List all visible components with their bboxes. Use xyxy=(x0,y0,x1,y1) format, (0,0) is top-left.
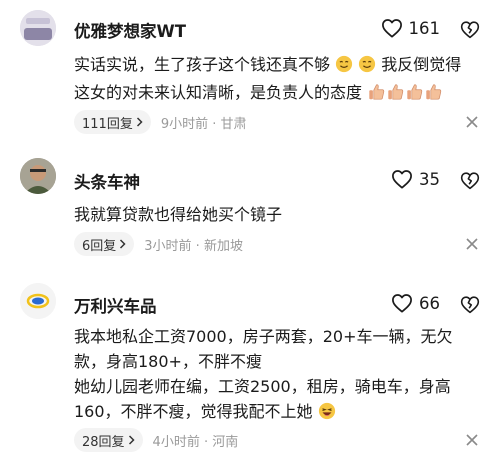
broken-heart-icon xyxy=(460,296,480,314)
chevron-right-icon xyxy=(120,239,126,249)
dislike-button[interactable] xyxy=(460,20,480,43)
username[interactable]: 优雅梦想家WT xyxy=(74,18,186,42)
smiling-emoji xyxy=(335,55,353,80)
laughing-emoji xyxy=(318,402,336,427)
like-button[interactable]: 35 xyxy=(391,169,440,189)
chevron-right-icon xyxy=(136,117,143,127)
dislike-button[interactable] xyxy=(460,171,480,194)
broken-heart-icon xyxy=(460,172,480,190)
like-count: 161 xyxy=(408,18,441,38)
like-count: 66 xyxy=(419,293,440,313)
thumbs-up-emoji xyxy=(386,83,405,108)
comment-meta: 6回复 3小时前 · 新加坡 xyxy=(74,232,243,256)
smiling-emoji xyxy=(358,55,376,80)
heart-outline-icon xyxy=(381,19,402,38)
timestamp-location: 4小时前 · 河南 xyxy=(152,434,239,450)
like-button[interactable]: 66 xyxy=(391,293,440,313)
heart-outline-icon xyxy=(392,294,412,313)
close-icon[interactable] xyxy=(466,116,478,128)
thumbs-up-emoji xyxy=(405,83,424,108)
comment-meta: 28回复 4小时前 · 河南 xyxy=(74,428,238,452)
close-icon[interactable] xyxy=(466,238,478,250)
avatar[interactable] xyxy=(20,10,56,46)
comment-text: 我就算贷款也得给她买个镜子 xyxy=(74,205,283,224)
replies-button[interactable]: 6回复 xyxy=(74,232,135,256)
replies-button[interactable]: 111回复 xyxy=(74,110,151,134)
comment-text: 我本地私企工资7000，房子两套，20+车一辆，无欠 款，身高180+，不胖不瘦… xyxy=(74,324,484,427)
avatar[interactable] xyxy=(20,283,56,319)
chevron-right-icon xyxy=(128,435,135,445)
replies-button[interactable]: 28回复 xyxy=(74,428,143,452)
broken-heart-icon xyxy=(460,21,480,39)
comment-text: 实话实说，生了孩子这个钱还真不够 我反倒觉得 这女的对未来认知清晰，是负责人的态… xyxy=(74,52,484,108)
like-count: 35 xyxy=(419,169,440,189)
comment-meta: 111回复 9小时前 · 甘肃 xyxy=(74,110,247,134)
heart-outline-icon xyxy=(392,170,412,189)
close-icon[interactable] xyxy=(466,434,478,446)
timestamp-location: 3小时前 · 新加坡 xyxy=(144,238,243,254)
thumbs-up-emoji xyxy=(424,83,443,108)
username[interactable]: 万利兴车品 xyxy=(74,293,157,317)
dislike-button[interactable] xyxy=(460,295,480,318)
username[interactable]: 头条车神 xyxy=(74,169,140,193)
like-button[interactable]: 161 xyxy=(381,18,441,38)
avatar[interactable] xyxy=(20,158,56,194)
thumbs-up-emoji xyxy=(367,83,386,108)
timestamp-location: 9小时前 · 甘肃 xyxy=(160,116,247,132)
